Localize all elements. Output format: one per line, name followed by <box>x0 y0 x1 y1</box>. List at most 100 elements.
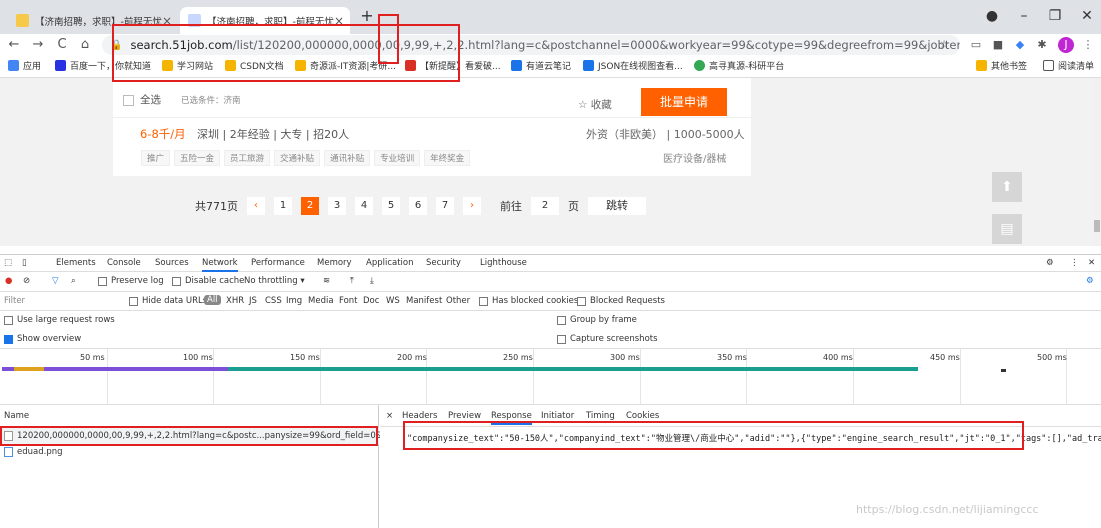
next-page-button[interactable]: › <box>463 197 481 215</box>
reload-button[interactable]: C <box>52 35 72 55</box>
request-row[interactable]: 120200,000000,0000,00,9,99,+,2,2.html?la… <box>0 428 424 444</box>
close-devtools-icon[interactable]: ✕ <box>1088 258 1095 268</box>
tab-headers[interactable]: Headers <box>402 411 437 421</box>
tab-initiator[interactable]: Initiator <box>541 411 574 421</box>
devtools-tab-console[interactable]: Console <box>107 258 141 268</box>
bookmark-gaoxun[interactable]: 高寻真源-科研平台 <box>694 59 784 72</box>
batch-apply-button[interactable]: 批量申请 <box>641 88 727 116</box>
disable-cache-checkbox[interactable]: Disable cache <box>172 276 244 286</box>
name-column-header[interactable]: Name <box>0 405 379 427</box>
request-row[interactable]: eduad.png <box>0 444 379 460</box>
scrollbar-thumb[interactable] <box>1094 220 1100 232</box>
type-filter-media[interactable]: Media <box>308 296 334 306</box>
page-button[interactable]: 4 <box>355 197 373 215</box>
settings-gear-icon[interactable]: ⚙ <box>1046 258 1054 268</box>
feedback-icon[interactable]: ▤ <box>992 214 1022 244</box>
devtools-tab-memory[interactable]: Memory <box>317 258 352 268</box>
page-button[interactable]: 7 <box>436 197 454 215</box>
large-rows-checkbox[interactable]: Use large request rows <box>4 315 115 325</box>
type-filter-ws[interactable]: WS <box>386 296 400 306</box>
minimize-button[interactable]: – <box>1012 4 1036 28</box>
favorite-button[interactable]: ☆ 收藏 <box>578 97 612 112</box>
profile-dot-icon[interactable]: ● <box>980 4 1004 28</box>
devtools-tab-network[interactable]: Network <box>202 258 238 272</box>
hide-data-urls-checkbox[interactable]: Hide data URLs <box>129 296 207 306</box>
type-filter-manifest[interactable]: Manifest <box>406 296 442 306</box>
tab-timing[interactable]: Timing <box>586 411 615 421</box>
extensions-puzzle-icon[interactable]: ✱ <box>1034 37 1050 53</box>
extension-box-icon[interactable]: ■ <box>990 37 1006 53</box>
back-to-top-icon[interactable]: ⬆ <box>992 172 1022 202</box>
tab-cookies[interactable]: Cookies <box>626 411 659 421</box>
devtools-tab-performance[interactable]: Performance <box>251 258 305 268</box>
show-overview-checkbox[interactable]: Show overview <box>4 334 81 344</box>
close-panel-icon[interactable]: × <box>386 411 393 421</box>
type-filter-doc[interactable]: Doc <box>363 296 379 306</box>
new-tab-button[interactable]: + <box>355 4 379 28</box>
profile-avatar[interactable]: J <box>1058 37 1074 53</box>
goto-page-input[interactable]: 2 <box>531 197 559 215</box>
bookmark-qiyuanpai[interactable]: 奇源派-IT资源|考研... <box>295 59 396 72</box>
devtools-tab-application[interactable]: Application <box>366 258 414 268</box>
filter-funnel-icon[interactable]: ▽ <box>52 276 59 286</box>
type-filter-js[interactable]: JS <box>249 296 257 306</box>
type-filter-css[interactable]: CSS <box>265 296 282 306</box>
bookmark-star-icon[interactable]: ☆ <box>936 37 952 53</box>
browser-menu-icon[interactable]: ⋮ <box>1080 37 1096 53</box>
blocked-requests-checkbox[interactable]: Blocked Requests <box>577 296 665 306</box>
preserve-log-checkbox[interactable]: Preserve log <box>98 276 164 286</box>
home-button[interactable]: ⌂ <box>75 35 95 55</box>
page-button[interactable]: 1 <box>274 197 292 215</box>
tab-1[interactable]: 【济南招聘，求职】-前程无忧 × <box>8 7 176 34</box>
type-filter-other[interactable]: Other <box>446 296 470 306</box>
page-scrollbar[interactable] <box>1093 78 1101 246</box>
capture-screenshots-checkbox[interactable]: Capture screenshots <box>557 334 658 344</box>
type-filter-img[interactable]: Img <box>286 296 302 306</box>
network-conditions-icon[interactable]: ≋ <box>323 276 330 286</box>
page-button[interactable]: 5 <box>382 197 400 215</box>
tab-preview[interactable]: Preview <box>448 411 481 421</box>
type-filter-xhr[interactable]: XHR <box>226 296 244 306</box>
devtools-tab-lighthouse[interactable]: Lighthouse <box>480 258 527 268</box>
device-toolbar-icon[interactable]: ▯ <box>22 258 27 268</box>
page-button[interactable]: 6 <box>409 197 427 215</box>
group-by-frame-checkbox[interactable]: Group by frame <box>557 315 637 325</box>
bookmark-youdao[interactable]: 有道云笔记 <box>511 59 571 72</box>
tab-response[interactable]: Response <box>491 411 532 425</box>
jump-button[interactable]: 跳转 <box>588 197 646 215</box>
forward-button[interactable]: → <box>28 35 48 55</box>
filter-input[interactable]: Filter <box>4 296 25 306</box>
bookmark-other[interactable]: 其他书签 <box>976 59 1027 72</box>
import-har-icon[interactable]: ⤒ <box>350 276 354 286</box>
tab-2[interactable]: 【济南招聘，求职】-前程无忧 × <box>180 7 350 34</box>
bookmark-json[interactable]: JSON在线视图查看... <box>583 59 683 72</box>
bookmark-baidu[interactable]: 百度一下，你就知道 <box>55 59 151 72</box>
type-filter-font[interactable]: Font <box>339 296 358 306</box>
clear-icon[interactable]: ⊘ <box>23 276 30 286</box>
bookmark-csdn[interactable]: CSDN文档 <box>225 59 284 72</box>
bookmark-reading-list[interactable]: 阅读清单 <box>1043 59 1094 72</box>
timeline-overview[interactable]: 50 ms 100 ms 150 ms 200 ms 250 ms 300 ms… <box>0 349 1101 405</box>
devtools-menu-icon[interactable]: ⋮ <box>1070 258 1079 268</box>
throttling-select[interactable]: No throttling ▾ <box>244 276 305 286</box>
address-bar[interactable]: 🔒 search.51job.com/list/120200,000000,00… <box>102 35 960 55</box>
inspect-element-icon[interactable]: ⬚ <box>4 258 12 268</box>
search-icon[interactable]: ⌕ <box>71 276 76 286</box>
back-button[interactable]: ← <box>4 35 24 55</box>
has-blocked-cookies-checkbox[interactable]: Has blocked cookies <box>479 296 578 306</box>
page-button-current[interactable]: 2 <box>301 197 319 215</box>
close-tab-icon[interactable]: × <box>334 14 344 28</box>
bookmark-study[interactable]: 学习网站 <box>162 59 213 72</box>
bookmark-apps[interactable]: 应用 <box>8 59 41 72</box>
devtools-tab-elements[interactable]: Elements <box>56 258 96 268</box>
extension-leaf-icon[interactable]: ◆ <box>1012 37 1028 53</box>
maximize-button[interactable]: ❐ <box>1043 4 1067 28</box>
bookmark-52pojie[interactable]: 【新提醒】看爱破... <box>405 59 501 72</box>
record-icon[interactable]: ● <box>5 276 12 286</box>
network-settings-gear-icon[interactable]: ⚙ <box>1086 276 1094 286</box>
devtools-tab-sources[interactable]: Sources <box>155 258 189 268</box>
response-body[interactable]: "companysize_text":"50-150人","companyind… <box>407 432 1101 444</box>
select-all[interactable]: 全选 <box>123 92 161 107</box>
type-filter-all[interactable]: All <box>204 295 221 305</box>
prev-page-button[interactable]: ‹ <box>247 197 265 215</box>
